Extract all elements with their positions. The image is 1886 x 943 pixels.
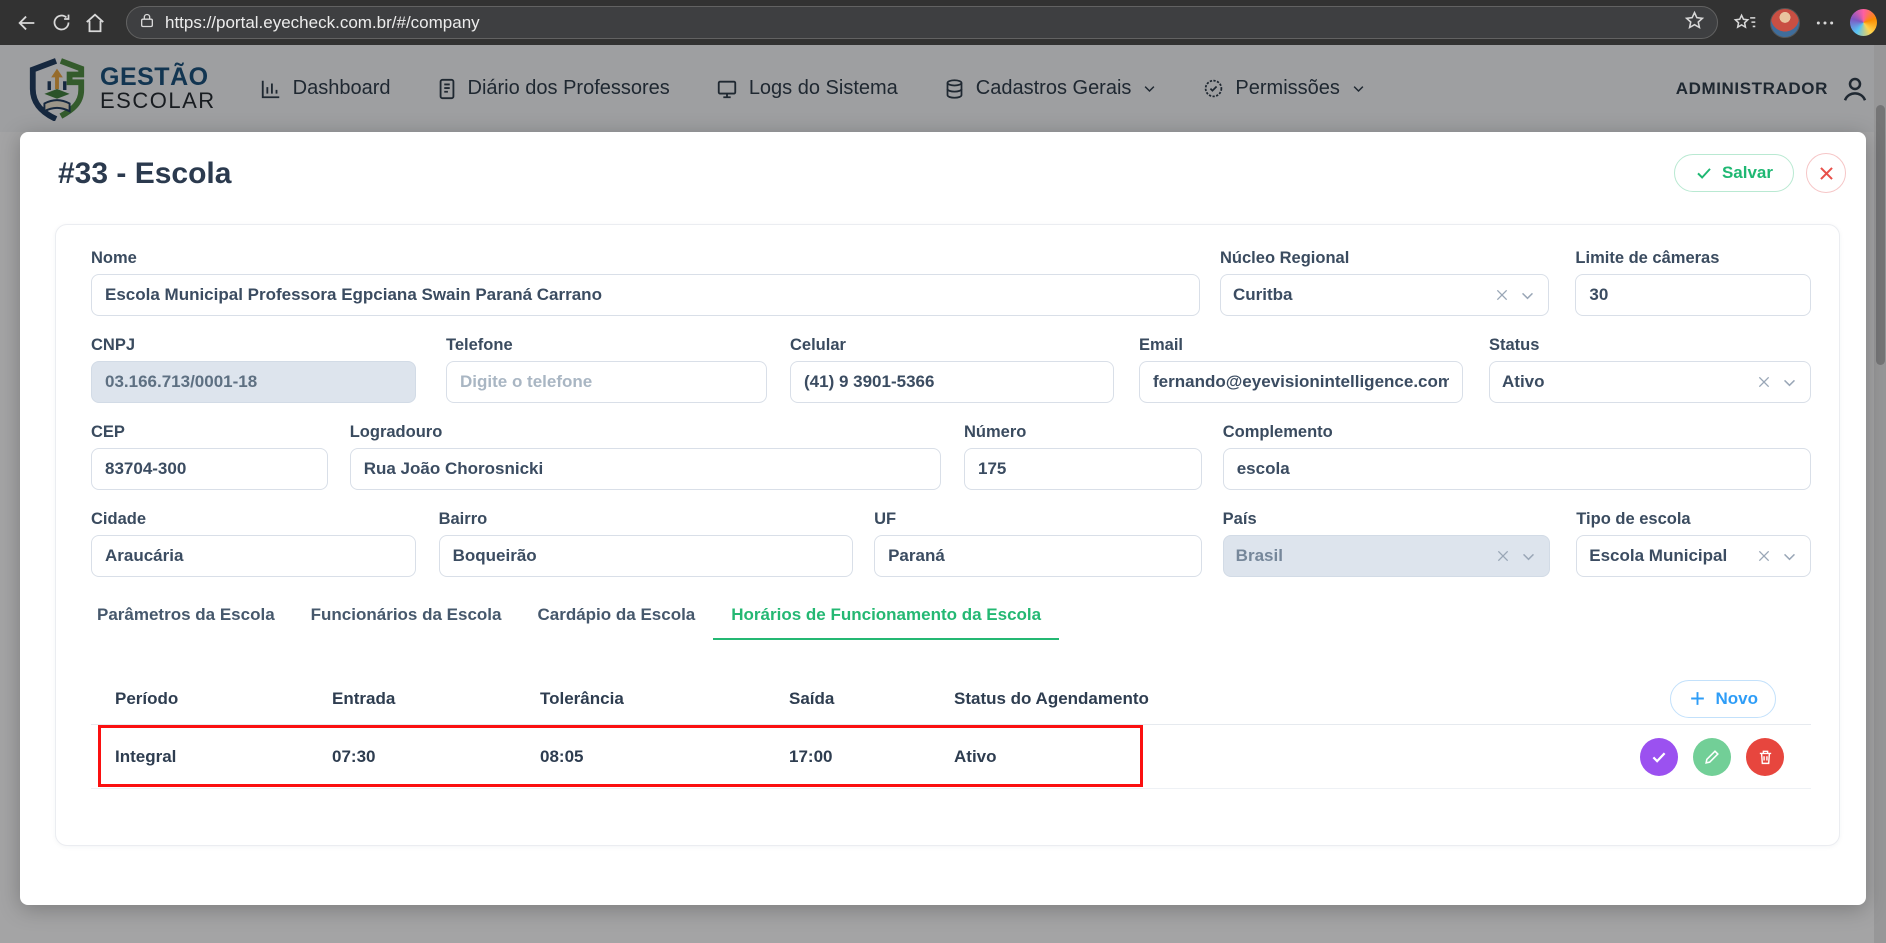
field-label: Logradouro <box>350 423 941 442</box>
chevron-down-icon[interactable] <box>1781 548 1798 565</box>
plus-icon <box>1688 689 1707 708</box>
numero-input[interactable] <box>964 448 1202 490</box>
col-header: Saída <box>765 689 930 709</box>
select-value: Escola Municipal <box>1589 546 1747 566</box>
field-label: Limite de câmeras <box>1575 249 1811 268</box>
field-label: Complemento <box>1223 423 1811 442</box>
url-text[interactable]: https://portal.eyecheck.com.br/#/company <box>165 13 480 33</box>
chevron-down-icon <box>1520 548 1537 565</box>
tab-horarios[interactable]: Horários de Funcionamento da Escola <box>713 605 1059 640</box>
schedule-table-row[interactable]: Integral 07:30 08:05 17:00 Ativo <box>91 725 1811 789</box>
select-value: Brasil <box>1236 546 1487 566</box>
cell-tolerancia: 08:05 <box>516 747 765 767</box>
field-label: Tipo de escola <box>1576 510 1811 529</box>
schedule-table-header: Período Entrada Tolerância Saída Status … <box>91 673 1811 725</box>
tipo-escola-select[interactable]: Escola Municipal <box>1576 535 1811 577</box>
save-label: Salvar <box>1722 163 1773 183</box>
logradouro-input[interactable] <box>350 448 941 490</box>
field-label: Nome <box>91 249 1200 268</box>
celular-input[interactable] <box>790 361 1114 403</box>
new-label: Novo <box>1716 689 1759 709</box>
uf-input[interactable] <box>874 535 1202 577</box>
back-icon[interactable] <box>10 6 44 40</box>
field-label: Número <box>964 423 1202 442</box>
select-value: Curitba <box>1233 285 1485 305</box>
pencil-icon <box>1704 748 1721 765</box>
new-schedule-button[interactable]: Novo <box>1670 680 1777 718</box>
col-header: Status do Agendamento <box>930 689 1240 709</box>
school-edit-modal: #33 - Escola Salvar Nome Núcleo Regional <box>20 132 1866 905</box>
field-label: Núcleo Regional <box>1220 249 1549 268</box>
cell-status: Ativo <box>930 747 1240 767</box>
field-label: Status <box>1489 336 1811 355</box>
clear-icon <box>1495 548 1511 564</box>
copilot-icon[interactable] <box>1850 9 1877 36</box>
field-label: País <box>1223 510 1551 529</box>
chevron-down-icon[interactable] <box>1781 374 1798 391</box>
select-value: Ativo <box>1502 372 1747 392</box>
telefone-input[interactable] <box>446 361 767 403</box>
tab-parametros[interactable]: Parâmetros da Escola <box>91 605 293 640</box>
field-label: Bairro <box>439 510 853 529</box>
pais-select: Brasil <box>1223 535 1551 577</box>
browser-menu-icon[interactable] <box>1808 6 1842 40</box>
tab-cardapio[interactable]: Cardápio da Escola <box>519 605 713 640</box>
clear-icon[interactable] <box>1756 374 1772 390</box>
cnpj-input <box>91 361 416 403</box>
field-label: Cidade <box>91 510 416 529</box>
lock-icon <box>139 12 155 34</box>
clear-icon[interactable] <box>1756 548 1772 564</box>
cidade-input[interactable] <box>91 535 416 577</box>
complemento-input[interactable] <box>1223 448 1811 490</box>
school-tabs: Parâmetros da Escola Funcionários da Esc… <box>91 605 1811 640</box>
edit-row-button[interactable] <box>1693 738 1731 776</box>
tab-funcionarios[interactable]: Funcionários da Escola <box>293 605 520 640</box>
field-label: Celular <box>790 336 1114 355</box>
trash-icon <box>1757 748 1774 766</box>
address-bar[interactable]: https://portal.eyecheck.com.br/#/company <box>126 6 1718 39</box>
save-button[interactable]: Salvar <box>1674 154 1794 192</box>
favorites-icon[interactable] <box>1728 6 1762 40</box>
status-select[interactable]: Ativo <box>1489 361 1811 403</box>
close-button[interactable] <box>1806 153 1846 193</box>
home-icon[interactable] <box>78 6 112 40</box>
col-header: Entrada <box>308 689 516 709</box>
chevron-down-icon[interactable] <box>1519 287 1536 304</box>
col-header: Tolerância <box>516 689 765 709</box>
field-label: CEP <box>91 423 328 442</box>
browser-profile-avatar[interactable] <box>1770 8 1800 38</box>
cell-saida: 17:00 <box>765 747 930 767</box>
clear-icon[interactable] <box>1494 287 1510 303</box>
delete-row-button[interactable] <box>1746 738 1784 776</box>
field-label: Email <box>1139 336 1463 355</box>
cep-input[interactable] <box>91 448 328 490</box>
field-label: CNPJ <box>91 336 416 355</box>
cell-entrada: 07:30 <box>308 747 516 767</box>
bookmark-star-icon[interactable] <box>1684 10 1705 36</box>
check-icon <box>1695 164 1713 182</box>
email-input[interactable] <box>1139 361 1463 403</box>
nome-input[interactable] <box>91 274 1200 316</box>
nucleo-regional-select[interactable]: Curitba <box>1220 274 1549 316</box>
confirm-row-button[interactable] <box>1640 738 1678 776</box>
col-header: Período <box>91 689 308 709</box>
page-root: GESTÃO ESCOLAR Dashboard Diário dos Prof… <box>0 45 1886 943</box>
page-title: #33 - Escola <box>58 157 231 191</box>
bairro-input[interactable] <box>439 535 853 577</box>
school-form-card: Nome Núcleo Regional Curitba Limite de c… <box>55 224 1840 846</box>
close-icon <box>1817 164 1836 183</box>
cell-periodo: Integral <box>91 747 308 767</box>
field-label: UF <box>874 510 1202 529</box>
browser-toolbar: https://portal.eyecheck.com.br/#/company <box>0 0 1886 45</box>
check-icon <box>1650 748 1668 766</box>
refresh-icon[interactable] <box>44 6 78 40</box>
limite-cameras-input[interactable] <box>1575 274 1811 316</box>
field-label: Telefone <box>446 336 767 355</box>
